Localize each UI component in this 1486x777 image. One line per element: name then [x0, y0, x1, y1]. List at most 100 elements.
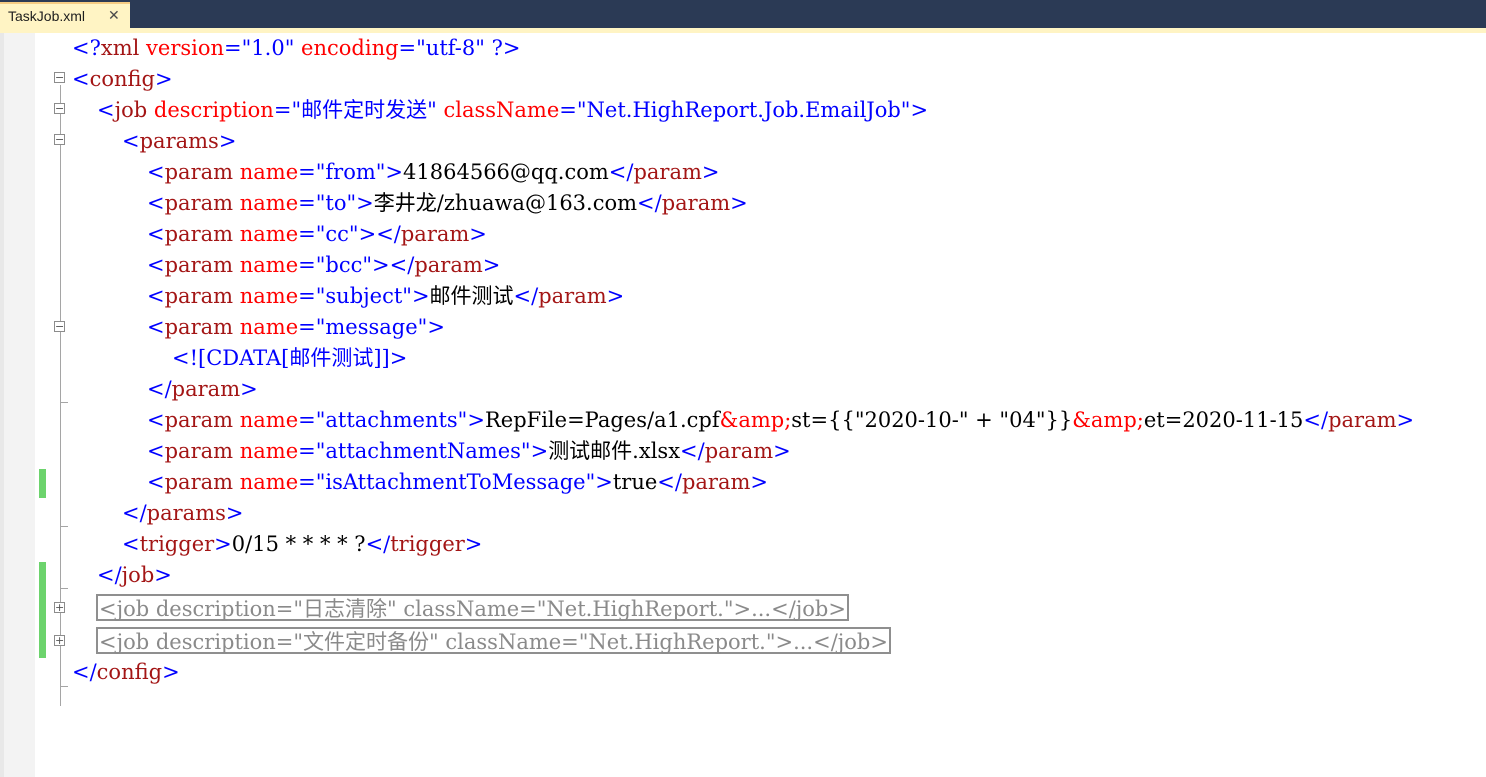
collapsed-text: <job description="日志清除" className="Net.H…: [99, 597, 846, 621]
code-line-param-attachments[interactable]: <param name="attachments">RepFile=Pages/…: [147, 405, 1414, 436]
element-text: 邮件测试: [429, 284, 514, 308]
element-name: params: [146, 501, 226, 525]
code-line-param-bcc[interactable]: <param name="bcc"></param>: [147, 250, 500, 281]
element-name: param: [164, 315, 234, 339]
bracket: >: [225, 501, 244, 525]
equals: =: [224, 36, 242, 60]
bracket: >: [1396, 408, 1415, 432]
bracket: >: [482, 253, 501, 277]
attribute-value: "Net.HighReport.Job.EmailJob": [576, 98, 911, 122]
bracket: <: [147, 253, 165, 277]
element-name: param: [633, 160, 702, 184]
bracket: >: [730, 191, 748, 215]
code-line-param-from[interactable]: <param name="from">41864566@qq.com</para…: [147, 157, 720, 188]
fold-expand-icon[interactable]: +: [54, 602, 65, 613]
element-name: param: [164, 222, 234, 246]
code-line-params-close[interactable]: </params>: [122, 498, 244, 529]
element-name: job: [121, 563, 155, 587]
bracket: </: [680, 439, 705, 463]
attribute-value: "message": [315, 315, 428, 339]
element-text: 李井龙/zhuawa@163.com: [373, 191, 638, 215]
code-line-param-subject[interactable]: <param name="subject">邮件测试</param>: [147, 281, 624, 312]
element-text: 测试邮件.xlsx: [548, 439, 681, 463]
attribute-name: description: [153, 98, 274, 122]
attribute-value: "bcc": [315, 253, 373, 277]
margin-stripe: [0, 33, 4, 777]
equals: =: [298, 408, 316, 432]
bracket: <: [122, 532, 140, 556]
element-name: xml: [100, 36, 140, 60]
code-line-param-attachment-names[interactable]: <param name="attachmentNames">测试邮件.xlsx<…: [147, 436, 791, 467]
element-text: 41864566@qq.com: [403, 160, 609, 184]
code-line-config-open[interactable]: <config>: [72, 64, 173, 95]
attribute-name: name: [239, 439, 299, 463]
collapsed-job-file-backup[interactable]: <job description="文件定时备份" className="Net…: [96, 627, 891, 654]
equals: =: [298, 315, 316, 339]
bracket: >: [595, 470, 613, 494]
fold-guide-end: [60, 402, 68, 403]
element-name: trigger: [139, 532, 215, 556]
bracket: </: [376, 222, 401, 246]
document-tab-strip: TaskJob.xml ✕: [0, 0, 1486, 28]
bracket: >: [154, 563, 172, 587]
fold-collapse-icon[interactable]: −: [54, 134, 65, 145]
bracket: >: [606, 284, 625, 308]
code-line-config-close[interactable]: </config>: [72, 657, 180, 688]
attribute-value: "attachments": [315, 408, 468, 432]
equals: =: [273, 98, 292, 122]
bracket: >: [162, 660, 180, 684]
bracket: <: [147, 408, 165, 432]
code-line-param-message-open[interactable]: <param name="message">: [147, 312, 445, 343]
fold-guide-end: [60, 526, 68, 527]
bracket: <: [147, 315, 165, 339]
bracket: >: [469, 222, 487, 246]
code-editor[interactable]: − − − − + + <?xml version="1.0" encoding…: [0, 33, 1486, 777]
code-line-param-close[interactable]: </param>: [147, 374, 258, 405]
code-line-param-is-attachment[interactable]: <param name="isAttachmentToMessage">true…: [147, 467, 768, 498]
close-icon[interactable]: ✕: [108, 7, 120, 24]
element-name: param: [164, 160, 234, 184]
attribute-value: "isAttachmentToMessage": [315, 470, 596, 494]
bracket: </: [122, 501, 147, 525]
fold-collapse-icon[interactable]: −: [54, 103, 65, 114]
entity: &amp;: [719, 408, 792, 432]
code-line-xml-declaration[interactable]: <?xml version="1.0" encoding="utf-8" ?>: [72, 33, 520, 64]
code-line-job-close[interactable]: </job>: [97, 560, 172, 591]
attribute-name: name: [239, 408, 299, 432]
bracket: <: [147, 222, 165, 246]
attribute-name: version: [146, 36, 225, 60]
tab-taskjob-xml[interactable]: TaskJob.xml ✕: [0, 2, 130, 28]
fold-expand-icon[interactable]: +: [54, 635, 65, 646]
code-line-param-cc[interactable]: <param name="cc"></param>: [147, 219, 487, 250]
bracket: >: [214, 532, 232, 556]
bracket: >: [750, 470, 768, 494]
bracket: </: [147, 377, 172, 401]
code-line-job-open[interactable]: <job description="邮件定时发送" className="Net…: [97, 95, 928, 126]
equals: =: [298, 284, 316, 308]
element-name: param: [400, 222, 470, 246]
element-text: st={{"2020-10-" + "04"}}: [791, 408, 1073, 432]
equals: =: [298, 160, 316, 184]
fold-collapse-icon[interactable]: −: [54, 321, 65, 332]
code-line-params-open[interactable]: <params>: [122, 126, 236, 157]
fold-collapse-icon[interactable]: −: [54, 72, 65, 83]
attribute-value: "邮件定时发送": [291, 98, 437, 122]
element-name: config: [96, 660, 163, 684]
bracket: >: [530, 439, 549, 463]
bracket: </: [365, 532, 391, 556]
code-line-param-to[interactable]: <param name="to">李井龙/zhuawa@163.com</par…: [147, 188, 748, 219]
code-line-cdata[interactable]: <![CDATA[邮件测试]]>: [172, 343, 407, 374]
bracket: >: [701, 160, 720, 184]
element-name: param: [164, 191, 234, 215]
code-line-trigger[interactable]: <trigger>0/15 * * * * ?</trigger>: [122, 529, 482, 560]
bracket: </: [72, 660, 97, 684]
collapsed-job-log-cleanup[interactable]: <job description="日志清除" className="Net.H…: [96, 594, 849, 621]
bracket: >: [240, 377, 258, 401]
bracket: </: [637, 191, 662, 215]
cdata-section: <![CDATA[邮件测试]]>: [172, 346, 408, 370]
element-name: param: [414, 253, 483, 277]
bracket: <: [147, 160, 165, 184]
equals: =: [298, 439, 316, 463]
bracket: >: [155, 67, 173, 91]
element-name: config: [89, 67, 155, 91]
